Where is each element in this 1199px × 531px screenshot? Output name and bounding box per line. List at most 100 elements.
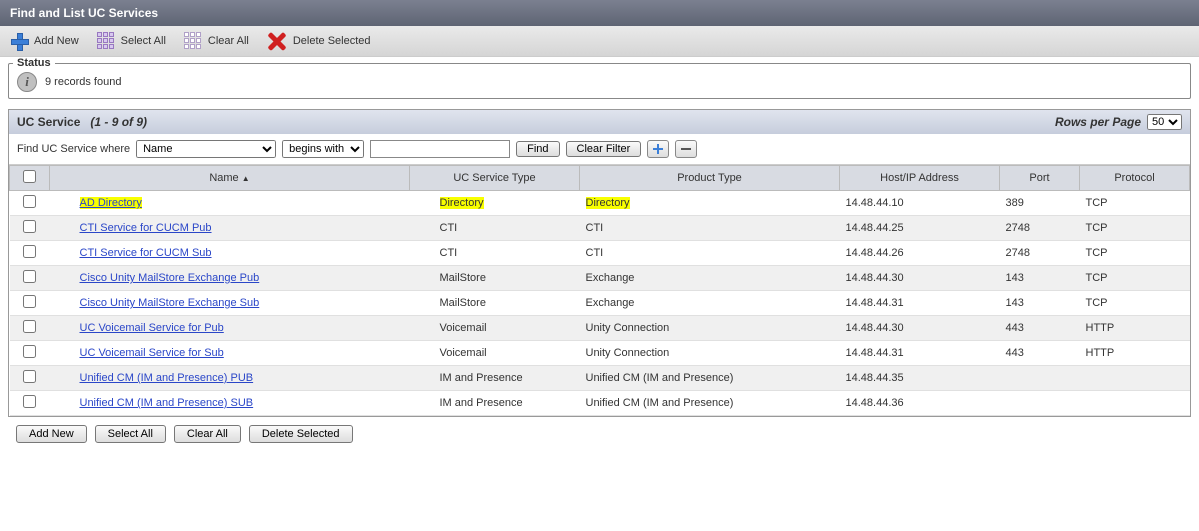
row-checkbox[interactable] [23, 220, 36, 233]
col-product-type[interactable]: Product Type [580, 166, 840, 191]
table-header-row: Name ▲ UC Service Type Product Type Host… [10, 166, 1190, 191]
row-host: 14.48.44.35 [840, 366, 1000, 391]
row-product-type: Exchange [580, 266, 840, 291]
select-all-label: Select All [121, 35, 166, 47]
row-host: 14.48.44.10 [840, 191, 1000, 216]
col-protocol[interactable]: Protocol [1080, 166, 1190, 191]
plus-icon [10, 32, 28, 50]
col-service-type[interactable]: UC Service Type [410, 166, 580, 191]
row-name-link[interactable]: UC Voicemail Service for Sub [80, 347, 224, 359]
delete-selected-label: Delete Selected [293, 35, 371, 47]
row-checkbox[interactable] [23, 345, 36, 358]
row-name-link[interactable]: Cisco Unity MailStore Exchange Sub [80, 297, 260, 309]
row-checkbox[interactable] [23, 270, 36, 283]
row-product-type: CTI [580, 216, 840, 241]
row-checkbox-cell [10, 266, 50, 291]
row-port: 389 [1000, 191, 1080, 216]
row-checkbox-cell [10, 391, 50, 416]
clear-filter-button[interactable]: Clear Filter [566, 141, 642, 157]
row-name-link[interactable]: AD Directory [80, 197, 142, 209]
row-port: 2748 [1000, 241, 1080, 266]
list-container: UC Service (1 - 9 of 9) Rows per Page 50… [8, 109, 1191, 417]
footer-add-new-button[interactable]: Add New [16, 425, 87, 443]
row-host: 14.48.44.36 [840, 391, 1000, 416]
row-protocol [1080, 366, 1190, 391]
row-port: 443 [1000, 316, 1080, 341]
row-name-cell: CTI Service for CUCM Sub [50, 241, 410, 266]
table-row: UC Voicemail Service for Sub VoicemailUni… [10, 341, 1190, 366]
clear-all-label: Clear All [208, 35, 249, 47]
row-product-type: Unity Connection [580, 341, 840, 366]
row-service-type: MailStore [410, 266, 580, 291]
row-name-link[interactable]: CTI Service for CUCM Pub [80, 222, 212, 234]
row-name-cell: Unified CM (IM and Presence) PUB [50, 366, 410, 391]
table-row: AD DirectoryDirectoryDirectory14.48.44.1… [10, 191, 1190, 216]
row-service-type: IM and Presence [410, 366, 580, 391]
row-protocol [1080, 391, 1190, 416]
col-name[interactable]: Name ▲ [50, 166, 410, 191]
row-product-type: Unity Connection [580, 316, 840, 341]
row-service-type: Voicemail [410, 316, 580, 341]
add-new-button[interactable]: Add New [10, 32, 79, 50]
top-toolbar: Add New Select All Clear All Delete Sele… [0, 26, 1199, 57]
row-checkbox[interactable] [23, 295, 36, 308]
search-op-select[interactable]: begins with [282, 140, 364, 158]
remove-criteria-button[interactable] [675, 140, 697, 158]
row-checkbox-cell [10, 191, 50, 216]
row-port: 143 [1000, 291, 1080, 316]
row-name-link[interactable]: Cisco Unity MailStore Exchange Pub [80, 272, 260, 284]
row-checkbox[interactable] [23, 195, 36, 208]
search-value-input[interactable] [370, 140, 510, 158]
row-name-link[interactable]: UC Voicemail Service for Pub [80, 322, 224, 334]
row-name-link[interactable]: Unified CM (IM and Presence) SUB [80, 397, 254, 409]
status-message: 9 records found [45, 76, 121, 88]
row-checkbox[interactable] [23, 320, 36, 333]
row-service-type: CTI [410, 241, 580, 266]
row-checkbox-cell [10, 341, 50, 366]
results-table: Name ▲ UC Service Type Product Type Host… [9, 165, 1190, 416]
row-service-type: CTI [410, 216, 580, 241]
select-all-checkbox[interactable] [23, 170, 36, 183]
row-product-type: Unified CM (IM and Presence) [580, 366, 840, 391]
row-checkbox[interactable] [23, 245, 36, 258]
row-port: 2748 [1000, 216, 1080, 241]
row-host: 14.48.44.25 [840, 216, 1000, 241]
row-product-type: Directory [580, 191, 840, 216]
select-all-button[interactable]: Select All [97, 32, 166, 50]
row-port [1000, 391, 1080, 416]
find-button[interactable]: Find [516, 141, 559, 157]
search-prefix: Find UC Service where [17, 143, 130, 155]
table-row: UC Voicemail Service for Pub VoicemailUni… [10, 316, 1190, 341]
row-name-cell: UC Voicemail Service for Pub [50, 316, 410, 341]
footer-delete-selected-button[interactable]: Delete Selected [249, 425, 353, 443]
status-panel: Status i 9 records found [8, 63, 1191, 99]
rows-per-page-select[interactable]: 50 [1147, 114, 1182, 130]
row-name-link[interactable]: Unified CM (IM and Presence) PUB [80, 372, 254, 384]
row-service-type: MailStore [410, 291, 580, 316]
list-title: UC Service [17, 115, 80, 129]
footer-clear-all-button[interactable]: Clear All [174, 425, 241, 443]
row-name-cell: Cisco Unity MailStore Exchange Pub [50, 266, 410, 291]
row-product-type: Unified CM (IM and Presence) [580, 391, 840, 416]
row-checkbox[interactable] [23, 370, 36, 383]
row-product-type: CTI [580, 241, 840, 266]
footer-select-all-button[interactable]: Select All [95, 425, 166, 443]
row-protocol: TCP [1080, 266, 1190, 291]
row-host: 14.48.44.31 [840, 341, 1000, 366]
row-name-link[interactable]: CTI Service for CUCM Sub [80, 247, 212, 259]
add-criteria-button[interactable] [647, 140, 669, 158]
clear-all-button[interactable]: Clear All [184, 32, 249, 50]
delete-selected-button[interactable]: Delete Selected [267, 32, 371, 50]
col-port[interactable]: Port [1000, 166, 1080, 191]
row-checkbox[interactable] [23, 395, 36, 408]
row-protocol: TCP [1080, 216, 1190, 241]
row-protocol: HTTP [1080, 341, 1190, 366]
row-service-type: Voicemail [410, 341, 580, 366]
list-range: (1 - 9 of 9) [90, 115, 147, 129]
row-port: 443 [1000, 341, 1080, 366]
search-field-select[interactable]: Name [136, 140, 276, 158]
row-protocol: TCP [1080, 241, 1190, 266]
col-checkbox[interactable] [10, 166, 50, 191]
sort-asc-icon: ▲ [242, 174, 250, 183]
col-host[interactable]: Host/IP Address [840, 166, 1000, 191]
